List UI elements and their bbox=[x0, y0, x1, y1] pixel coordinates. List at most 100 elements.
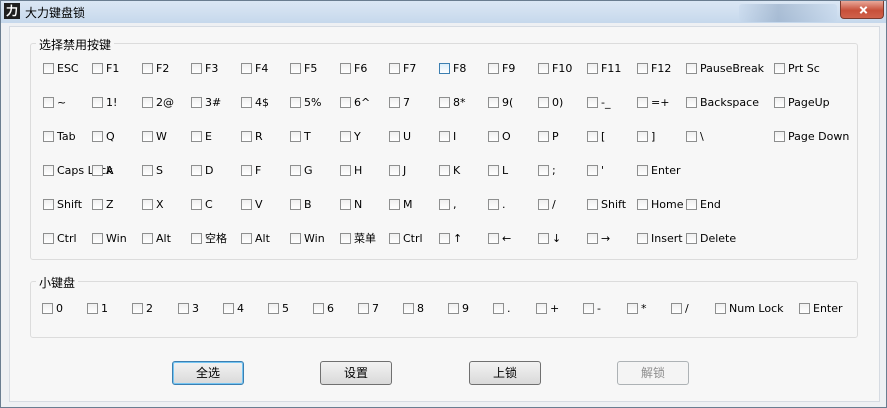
checkbox-box[interactable] bbox=[290, 96, 301, 108]
checkbox-box[interactable] bbox=[92, 232, 103, 244]
key-checkbox-d[interactable]: D bbox=[191, 163, 213, 179]
checkbox-box[interactable] bbox=[538, 62, 549, 74]
checkbox-box[interactable] bbox=[241, 198, 252, 210]
key-checkbox-2[interactable]: 2@ bbox=[142, 95, 174, 111]
key-checkbox-f5[interactable]: F5 bbox=[290, 61, 317, 77]
key-checkbox-numenter[interactable]: Enter bbox=[799, 301, 843, 317]
key-checkbox-v[interactable]: V bbox=[241, 197, 263, 213]
checkbox-box[interactable] bbox=[389, 198, 400, 210]
checkbox-box[interactable] bbox=[439, 232, 450, 244]
checkbox-box[interactable] bbox=[488, 198, 499, 210]
key-checkbox-esc[interactable]: ESC bbox=[43, 61, 79, 77]
checkbox-box[interactable] bbox=[389, 130, 400, 142]
key-checkbox-rbracket[interactable]: ] bbox=[637, 129, 655, 145]
key-checkbox-ralt[interactable]: Alt bbox=[241, 231, 270, 247]
key-checkbox-z[interactable]: Z bbox=[92, 197, 114, 213]
key-checkbox-pageup[interactable]: PageUp bbox=[774, 95, 830, 111]
key-checkbox-prtsc[interactable]: Prt Sc bbox=[774, 61, 820, 77]
checkbox-box[interactable] bbox=[43, 198, 54, 210]
key-checkbox-y[interactable]: Y bbox=[340, 129, 361, 145]
checkbox-box[interactable] bbox=[439, 96, 450, 108]
key-checkbox-num6[interactable]: 6 bbox=[313, 301, 334, 317]
key-checkbox-f3[interactable]: F3 bbox=[191, 61, 218, 77]
select-all-button[interactable]: 全选 bbox=[172, 361, 244, 385]
checkbox-box[interactable] bbox=[191, 96, 202, 108]
close-button[interactable] bbox=[840, 1, 884, 19]
key-checkbox-e[interactable]: E bbox=[191, 129, 212, 145]
key-checkbox-9[interactable]: 9( bbox=[488, 95, 513, 111]
key-checkbox-5[interactable]: 5% bbox=[290, 95, 321, 111]
key-checkbox-comma[interactable]: , bbox=[439, 197, 457, 213]
key-checkbox-rctrl[interactable]: Ctrl bbox=[389, 231, 423, 247]
key-checkbox-f[interactable]: F bbox=[241, 163, 261, 179]
checkbox-box[interactable] bbox=[313, 302, 324, 314]
key-checkbox-k[interactable]: K bbox=[439, 163, 460, 179]
checkbox-box[interactable] bbox=[142, 232, 153, 244]
checkbox-box[interactable] bbox=[92, 96, 103, 108]
key-checkbox-1[interactable]: 1! bbox=[92, 95, 117, 111]
checkbox-box[interactable] bbox=[223, 302, 234, 314]
checkbox-box[interactable] bbox=[43, 232, 54, 244]
key-checkbox-tab[interactable]: Tab bbox=[43, 129, 76, 145]
checkbox-box[interactable] bbox=[43, 96, 54, 108]
checkbox-box[interactable] bbox=[587, 96, 598, 108]
checkbox-box[interactable] bbox=[43, 130, 54, 142]
key-checkbox-left[interactable]: ← bbox=[488, 231, 511, 247]
key-checkbox-semicolon[interactable]: ; bbox=[538, 163, 556, 179]
key-checkbox-num0[interactable]: 0 bbox=[42, 301, 63, 317]
key-checkbox-pagedown[interactable]: Page Down bbox=[774, 129, 849, 145]
key-checkbox-num2[interactable]: 2 bbox=[132, 301, 153, 317]
checkbox-box[interactable] bbox=[774, 96, 785, 108]
checkbox-box[interactable] bbox=[92, 62, 103, 74]
key-checkbox-x[interactable]: X bbox=[142, 197, 164, 213]
key-checkbox-3[interactable]: 3# bbox=[191, 95, 221, 111]
checkbox-box[interactable] bbox=[132, 302, 143, 314]
key-checkbox-insert[interactable]: Insert bbox=[637, 231, 683, 247]
checkbox-box[interactable] bbox=[241, 62, 252, 74]
checkbox-box[interactable] bbox=[403, 302, 414, 314]
key-checkbox-f11[interactable]: F11 bbox=[587, 61, 621, 77]
key-checkbox-f8[interactable]: F8 bbox=[439, 61, 466, 77]
key-checkbox-rshift[interactable]: Shift bbox=[587, 197, 626, 213]
checkbox-box[interactable] bbox=[191, 130, 202, 142]
key-checkbox-tilde[interactable]: ~ bbox=[43, 95, 66, 111]
unlock-button[interactable]: 解锁 bbox=[617, 361, 689, 385]
key-checkbox-numminus[interactable]: - bbox=[583, 301, 601, 317]
checkbox-box[interactable] bbox=[774, 130, 785, 142]
checkbox-box[interactable] bbox=[538, 96, 549, 108]
checkbox-box[interactable] bbox=[627, 302, 638, 314]
key-checkbox-lctrl[interactable]: Ctrl bbox=[43, 231, 77, 247]
checkbox-box[interactable] bbox=[493, 302, 504, 314]
checkbox-box[interactable] bbox=[142, 62, 153, 74]
key-checkbox-menu[interactable]: 菜单 bbox=[340, 231, 376, 247]
checkbox-box[interactable] bbox=[142, 198, 153, 210]
checkbox-box[interactable] bbox=[340, 130, 351, 142]
key-checkbox-o[interactable]: O bbox=[488, 129, 511, 145]
checkbox-box[interactable] bbox=[191, 62, 202, 74]
checkbox-box[interactable] bbox=[488, 130, 499, 142]
checkbox-box[interactable] bbox=[774, 62, 785, 74]
checkbox-box[interactable] bbox=[268, 302, 279, 314]
key-checkbox-s[interactable]: S bbox=[142, 163, 163, 179]
checkbox-box[interactable] bbox=[290, 232, 301, 244]
key-checkbox-pausebreak[interactable]: PauseBreak bbox=[686, 61, 764, 77]
checkbox-box[interactable] bbox=[637, 130, 648, 142]
key-checkbox-n[interactable]: N bbox=[340, 197, 362, 213]
key-checkbox-rwin[interactable]: Win bbox=[290, 231, 325, 247]
key-checkbox-p[interactable]: P bbox=[538, 129, 559, 145]
checkbox-box[interactable] bbox=[637, 62, 648, 74]
checkbox-box[interactable] bbox=[715, 302, 726, 314]
checkbox-box[interactable] bbox=[439, 130, 450, 142]
lock-button[interactable]: 上锁 bbox=[469, 361, 541, 385]
checkbox-box[interactable] bbox=[340, 96, 351, 108]
checkbox-box[interactable] bbox=[43, 164, 54, 176]
checkbox-box[interactable] bbox=[538, 232, 549, 244]
key-checkbox-delete[interactable]: Delete bbox=[686, 231, 736, 247]
checkbox-box[interactable] bbox=[290, 130, 301, 142]
key-checkbox-numplus[interactable]: + bbox=[536, 301, 559, 317]
key-checkbox-7[interactable]: 7 bbox=[389, 95, 410, 111]
checkbox-box[interactable] bbox=[191, 198, 202, 210]
checkbox-box[interactable] bbox=[538, 130, 549, 142]
checkbox-box[interactable] bbox=[389, 96, 400, 108]
checkbox-box[interactable] bbox=[799, 302, 810, 314]
